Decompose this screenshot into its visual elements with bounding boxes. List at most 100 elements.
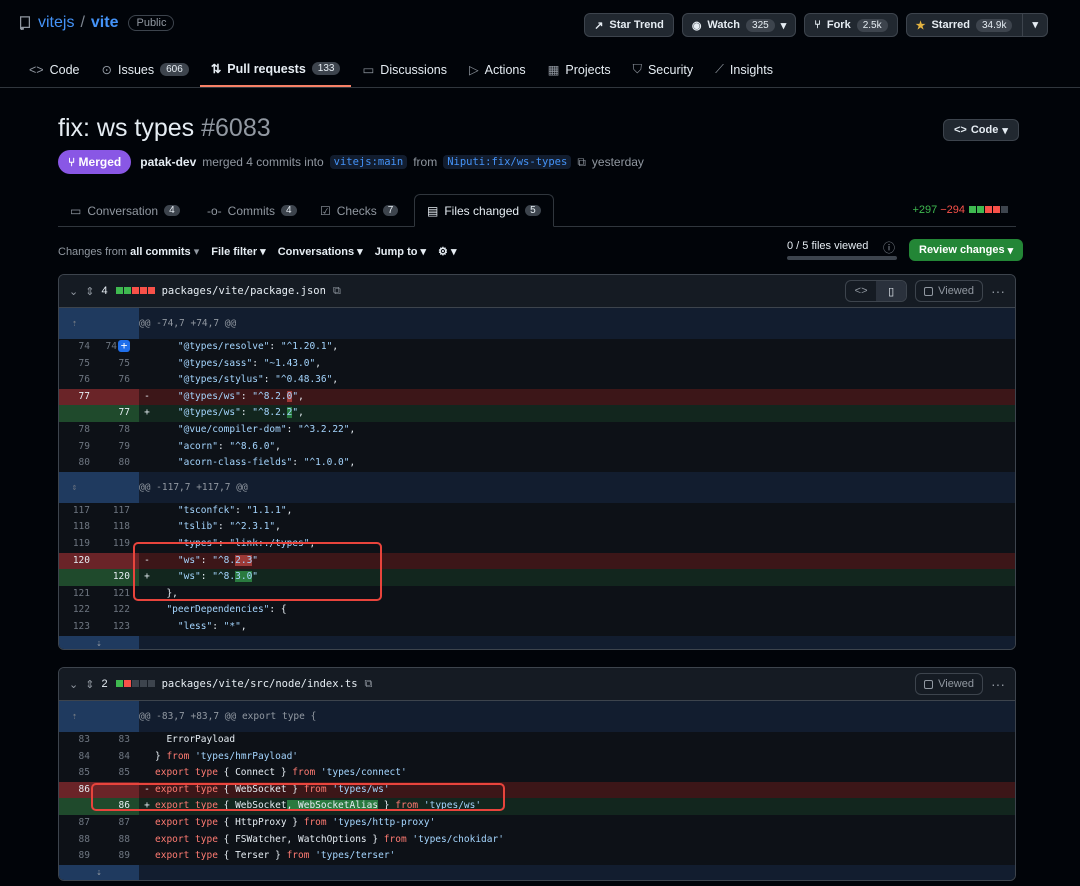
watch-label: Watch (707, 19, 741, 31)
copy-icon[interactable]: ⧉ (577, 155, 586, 170)
file-diffstat-bar (115, 678, 155, 690)
file-path[interactable]: packages/vite/package.json (162, 285, 326, 297)
kebab-menu-icon[interactable]: ··· (991, 676, 1005, 692)
repo-owner-link[interactable]: vitejs (38, 14, 74, 32)
expand-all-icon[interactable]: ⇕ (85, 285, 94, 298)
head-branch[interactable]: Niputi:fix/ws-types (443, 155, 572, 169)
pr-title-text: fix: ws types (58, 114, 195, 142)
hunk-text: @@ -83,7 +83,7 @@ export type { (139, 711, 317, 722)
add-comment-icon[interactable]: + (118, 340, 130, 352)
expand-all-icon[interactable]: ⇕ (85, 678, 94, 691)
copy-icon[interactable]: ⧉ (365, 678, 373, 691)
watch-button[interactable]: ◉ Watch 325 ▾ (681, 13, 797, 37)
diff-line: 74 74 + "@types/resolve": "^1.20.1", (78, 339, 339, 352)
comment-icon: ▭ (70, 203, 82, 218)
watch-count: 325 (746, 18, 775, 32)
kebab-menu-icon[interactable]: ··· (991, 283, 1005, 299)
files-viewed-text: 0 / 5 files viewed (787, 240, 869, 252)
tab-count: 4 (281, 205, 297, 216)
collapse-chevron-icon[interactable]: ⌄ (69, 678, 78, 691)
expand-both-icon[interactable]: ⇕ (59, 471, 99, 503)
collapse-chevron-icon[interactable]: ⌄ (69, 285, 78, 298)
starred-button[interactable]: ★ Starred 34.9k ▾ (905, 13, 1048, 37)
commit-icon: -o- (207, 203, 222, 218)
nav-issues[interactable]: ⊙ Issues 606 (91, 52, 200, 87)
settings-gear-icon[interactable]: ⚙ ▾ (438, 245, 456, 258)
viewed-checkbox[interactable]: Viewed (915, 280, 983, 302)
merged-badge: ⑂ Merged (58, 150, 132, 174)
changes-from-dropdown[interactable]: Changes from all commits ▾ (58, 245, 199, 258)
tab-conversation[interactable]: ▭ Conversation 4 (58, 194, 192, 227)
repo-name-link[interactable]: vite (91, 14, 119, 32)
hunk-text: @@ -74,7 +74,7 @@ (139, 318, 237, 329)
issue-icon: ⊙ (101, 63, 112, 77)
nav-pull-requests[interactable]: ⇅ Pull requests 133 (199, 52, 352, 87)
diff-line: 75 75 "@types/sass": "~1.43.0", (78, 357, 321, 369)
tab-files-changed[interactable]: ▤ Files changed 5 (414, 194, 554, 227)
hunk-header: ⇡ @@ -74,7 +74,7 @@ (59, 308, 1015, 339)
hunk-header: ⇕ @@ -117,7 +117,7 @@ (59, 471, 1015, 503)
info-icon[interactable]: ⓘ (883, 239, 895, 256)
nav-code[interactable]: <> Code (18, 52, 91, 87)
conversations-dropdown[interactable]: Conversations ▾ (278, 245, 363, 258)
nav-projects[interactable]: ▦ Projects (537, 52, 622, 87)
viewed-checkbox[interactable]: Viewed (915, 673, 983, 695)
pr-tabs: ▭ Conversation 4 -o- Commits 4 ☑ Checks 7 ▤ Fil… (58, 194, 1016, 227)
visibility-badge: Public (128, 15, 175, 31)
nav-label: Pull requests (227, 61, 306, 76)
viewed-label: Viewed (938, 678, 974, 690)
tab-count: 7 (382, 205, 399, 216)
changes-from-value: all commits (130, 245, 191, 258)
diff-line: 83 83 ErrorPayload (78, 734, 236, 745)
expand-up-icon[interactable]: ⇡ (59, 701, 99, 732)
issues-count: 606 (160, 63, 189, 76)
diff-line: 117 117 "tsconfck": "1.1.1", (72, 504, 293, 516)
source-diff-button[interactable]: <> (846, 281, 876, 301)
pr-author[interactable]: patak-dev (140, 155, 196, 169)
fork-button[interactable]: ⑂ Fork 2.5k (804, 13, 898, 37)
tab-label: Conversation (87, 203, 159, 218)
fork-count: 2.5k (856, 18, 888, 32)
repo-icon (20, 16, 30, 30)
nav-actions[interactable]: ▷ Actions (458, 52, 537, 87)
checklist-icon: ☑ (320, 203, 331, 218)
review-changes-button[interactable]: Review changes ▾ (909, 239, 1024, 261)
repo-nav: <> Code ⊙ Issues 606 ⇅ Pull requests 133 ▭ Dis… (18, 52, 784, 87)
base-branch[interactable]: vitejs:main (329, 155, 408, 169)
play-icon: ▷ (468, 63, 479, 77)
code-button[interactable]: <> Code ▾ (943, 119, 1019, 141)
file-actions: Viewed ··· (915, 673, 1005, 695)
from-text: from (413, 155, 438, 169)
repo-separator: / (80, 14, 85, 31)
repo-actions: ↗ Star Trend ◉ Watch 325 ▾ ⑂ Fork 2.5k ★ Starre… (584, 13, 1048, 37)
star-trend-button[interactable]: ↗ Star Trend (584, 13, 674, 37)
view-toggle: <> ▯ (845, 280, 908, 302)
jump-to-dropdown[interactable]: Jump to ▾ (375, 245, 426, 258)
file-path[interactable]: packages/vite/src/node/index.ts (162, 678, 358, 690)
files-viewed-progress (787, 256, 897, 260)
nav-label: Actions (484, 62, 526, 77)
nav-label: Discussions (380, 62, 447, 77)
repo-breadcrumb: vitejs / vite Public (18, 14, 175, 32)
expand-down-icon[interactable]: ⇣ (59, 864, 139, 880)
diff-line: 84 84 } from 'types/hmrPayload' (78, 750, 299, 762)
viewed-label: Viewed (938, 285, 974, 297)
tab-commits[interactable]: -o- Commits 4 (195, 194, 309, 227)
code-button-label: Code (970, 124, 999, 136)
diff-line: 79 79 "acorn": "^8.6.0", (78, 440, 281, 452)
nav-discussions[interactable]: ▭ Discussions (351, 52, 458, 87)
star-dropdown[interactable]: ▾ (1022, 14, 1047, 36)
repo-header: vitejs / vite Public ↗ Star Trend ◉ Watch 3… (0, 0, 1080, 88)
diffstat-bar (968, 204, 1008, 216)
nav-security[interactable]: ⛉ Security (622, 52, 705, 87)
diff-line-added: 77 + "@types/ws": "^8.2.2", (59, 405, 1015, 422)
diffstat: +297 −294 (912, 204, 1008, 216)
nav-insights[interactable]: ⟋ Insights (704, 52, 784, 87)
file-filter-dropdown[interactable]: File filter ▾ (211, 245, 265, 258)
copy-icon[interactable]: ⧉ (333, 285, 341, 298)
change-count: 2 (101, 678, 108, 690)
tab-checks[interactable]: ☑ Checks 7 (308, 194, 410, 227)
expand-down-icon[interactable]: ⇣ (59, 635, 139, 649)
expand-up-icon[interactable]: ⇡ (59, 308, 99, 339)
rich-diff-button[interactable]: ▯ (876, 281, 907, 301)
